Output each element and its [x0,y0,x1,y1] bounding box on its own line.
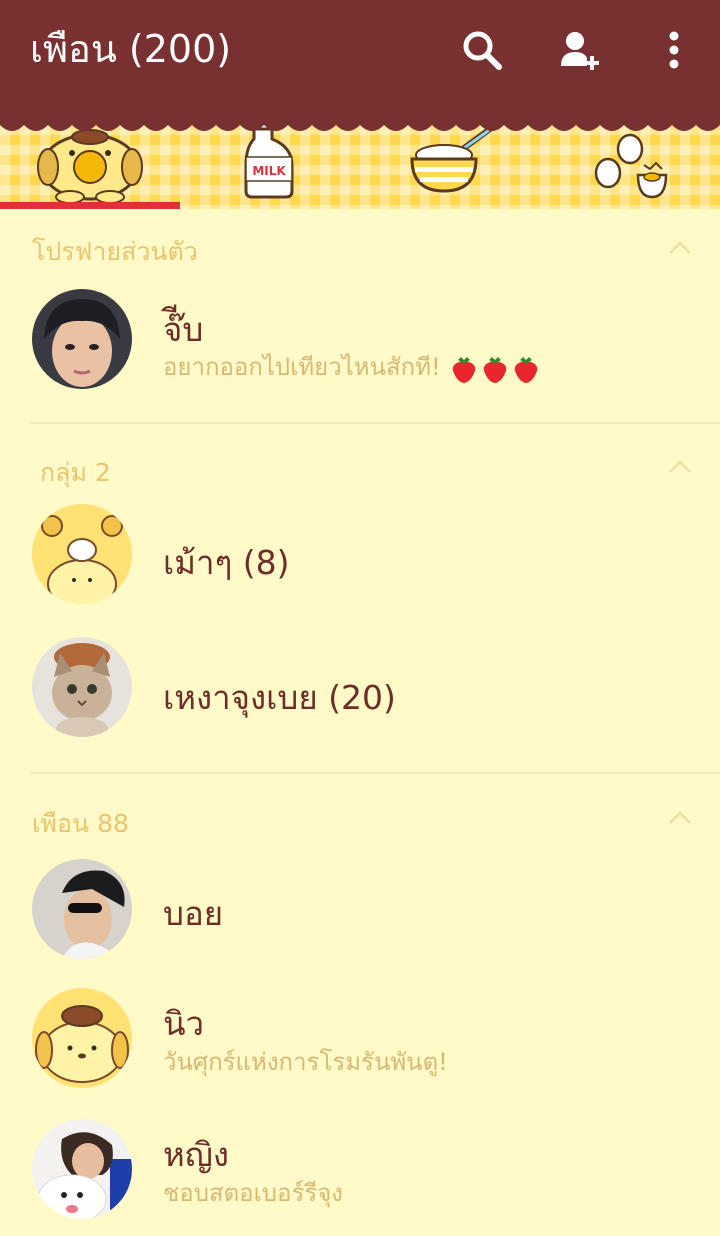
milk-bottle-tab-icon: MILK [244,118,294,199]
eggs-tab-icon [594,133,668,199]
friend-avatar[interactable] [32,859,132,959]
more-vertical-icon[interactable] [652,28,696,72]
chevron-up-icon[interactable] [668,810,692,826]
friend-avatar[interactable] [32,1119,132,1219]
strawberry-icon [452,356,476,383]
group-name: เม้าๆ (8) [163,543,290,582]
friend-status: วันศุกร์แห่งการโรมรันพันตู! [163,1048,448,1076]
strawberry-icon [483,356,507,383]
section-divider [30,422,720,424]
friend-status: ชอบสตอเบอร์รีจุง [163,1179,343,1207]
section-header-friends: เพือน 88 [32,809,129,838]
tab-bowl[interactable] [360,125,540,205]
profile-row[interactable]: จ๊ีบ อยากออกไปเทียวไหนสักที! [0,275,720,405]
chevron-up-icon[interactable] [668,240,692,256]
strawberry-icon [514,356,538,383]
group-row[interactable]: เม้าๆ (8) [0,490,720,620]
chevron-up-icon[interactable] [668,459,692,475]
section-header-profile: โปรฟายส่วนตัว [32,237,198,266]
milk-label: MILK [252,164,286,178]
section-header-groups: กลุ่ม 2 [40,458,111,487]
group-row[interactable]: เหงาจุงเบย (20) [0,623,720,753]
friend-name: บอย [163,894,224,933]
header-scallop-edge [0,113,720,131]
add-friend-icon[interactable] [558,28,602,72]
tab-pompompurin[interactable] [0,125,180,205]
bowl-tab-icon [410,126,493,193]
tab-milk[interactable]: MILK [180,118,360,205]
page-title: เพือน (200) [30,27,232,71]
group-name: เหงาจุงเบย (20) [163,678,396,717]
group-avatar[interactable] [32,637,132,737]
profile-status: อยากออกไปเทียวไหนสักที! [163,353,441,381]
group-avatar[interactable] [32,504,132,604]
friend-avatar[interactable] [32,988,132,1088]
strawberry-icons [450,355,542,387]
pompompurin-tab-icon [37,129,143,204]
app-header: เพือน (200) [0,0,720,125]
search-icon[interactable] [460,28,504,72]
friend-row[interactable]: หญิง ชอบสตอเบอร์รีจุง [0,1106,720,1236]
friend-row[interactable]: นิว วันศุกร์แห่งการโรมรันพันตู! [0,975,720,1105]
selected-tab-indicator [0,202,180,209]
section-divider [30,772,720,774]
tab-eggs[interactable] [540,125,720,205]
friend-row[interactable]: บอย [0,845,720,975]
tab-bar: MILK [0,118,720,209]
avatar[interactable] [32,289,132,389]
